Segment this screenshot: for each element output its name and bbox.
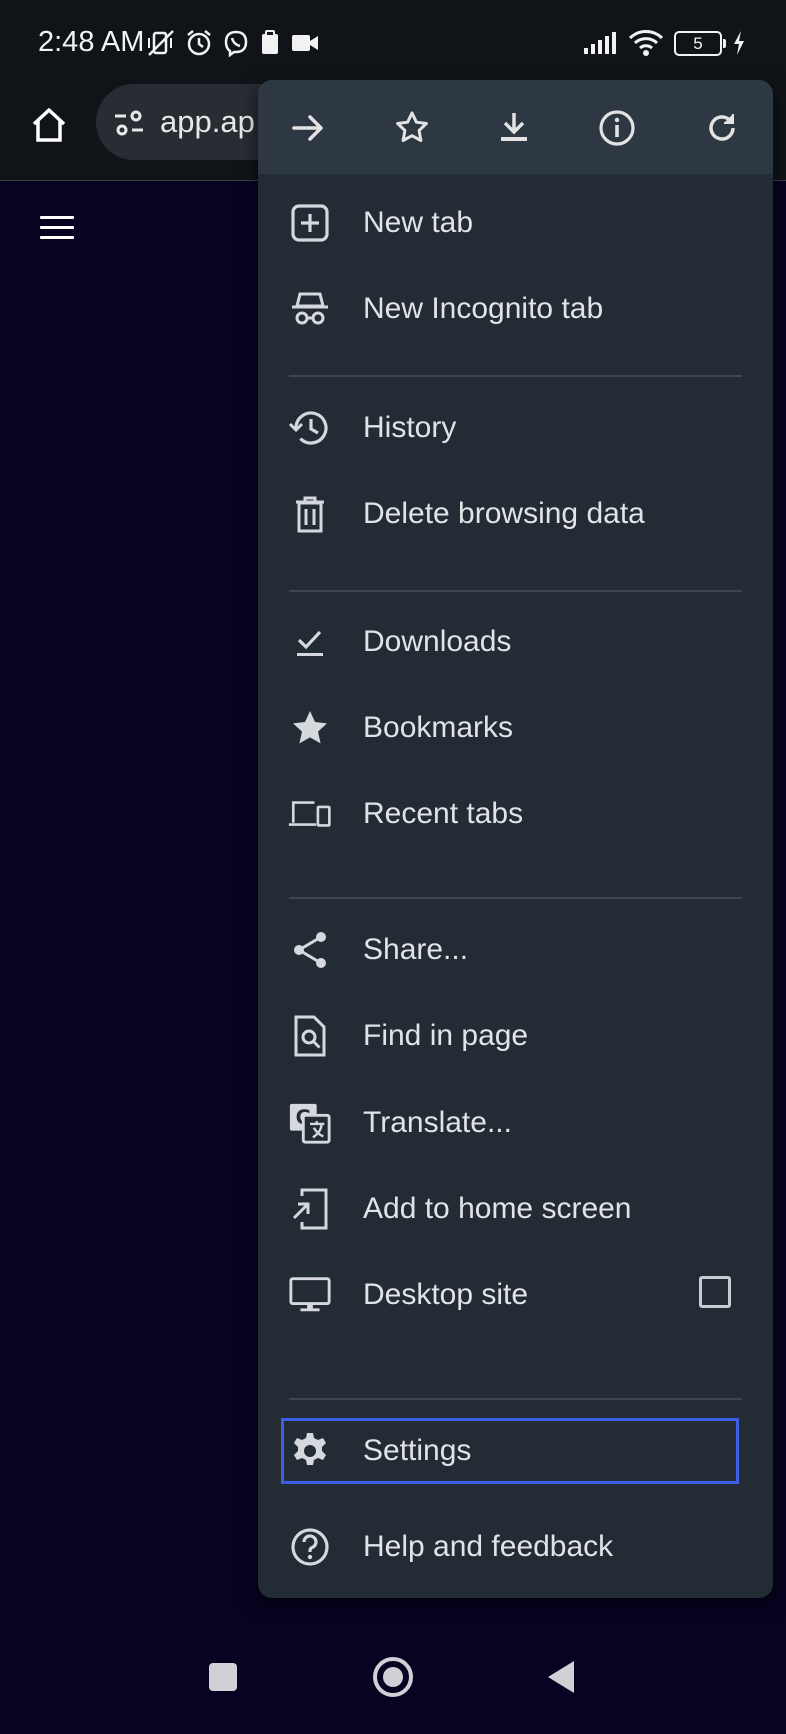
signal-icon (582, 30, 618, 56)
help-icon (288, 1525, 332, 1569)
reload-icon (709, 114, 735, 141)
menu-item-label: History (363, 411, 457, 444)
menu-item-label: Help and feedback (363, 1530, 614, 1563)
menu-item-label: New Incognito tab (363, 292, 604, 325)
forward-button[interactable] (280, 100, 336, 156)
menu-item-label: Bookmarks (363, 711, 514, 744)
video-camera-icon (290, 31, 320, 55)
url-text: app.ap (160, 104, 255, 139)
system-navigation-bar (0, 1620, 786, 1734)
menu-item-label: Translate... (363, 1106, 512, 1139)
recents-button[interactable] (200, 1654, 246, 1700)
menu-item-label: Recent tabs (363, 797, 524, 830)
menu-item-new-tab[interactable]: New tab (258, 180, 773, 266)
translate-icon: G (288, 1101, 332, 1145)
menu-item-new-incognito-tab[interactable]: New Incognito tab (258, 266, 773, 352)
menu-item-translate[interactable]: G Translate... (258, 1080, 773, 1166)
trash-icon (288, 492, 332, 536)
home-nav-button[interactable] (370, 1654, 416, 1700)
menu-item-add-to-home-screen[interactable]: Add to home screen (258, 1166, 773, 1252)
page-hamburger-menu[interactable] (40, 216, 74, 246)
incognito-icon (288, 287, 332, 331)
menu-action-row (258, 80, 773, 174)
menu-item-recent-tabs[interactable]: Recent tabs (258, 771, 773, 857)
system-icons: 5 (582, 26, 746, 60)
menu-item-desktop-site[interactable]: Desktop site (258, 1252, 773, 1338)
wifi-icon (628, 29, 664, 57)
info-icon (599, 110, 635, 146)
status-time: 2:48 AM (38, 26, 145, 58)
devices-icon (288, 792, 332, 836)
menu-item-label: New tab (363, 206, 474, 239)
alarm-icon (185, 29, 213, 57)
bookmark-star-icon (396, 111, 428, 142)
charging-icon (732, 30, 746, 56)
menu-item-label: Find in page (363, 1019, 529, 1052)
browser-overflow-menu: New tab New Incognito tab History Delete… (258, 80, 773, 1598)
menu-divider (289, 1398, 742, 1400)
settings-focus-highlight (281, 1418, 739, 1484)
menu-item-share[interactable]: Share... (258, 907, 773, 993)
back-triangle-icon (548, 1661, 574, 1693)
new-tab-icon (288, 201, 332, 245)
clipboard-icon (259, 29, 281, 57)
reload-button[interactable] (694, 100, 750, 156)
notification-icons (146, 26, 320, 60)
site-settings-icon[interactable] (112, 106, 146, 140)
recents-square-icon (209, 1663, 237, 1691)
home-button[interactable] (26, 102, 72, 148)
battery-icon: 5 (674, 30, 726, 56)
download-button[interactable] (486, 100, 542, 156)
menu-item-find-in-page[interactable]: Find in page (258, 993, 773, 1079)
home-icon (32, 108, 66, 142)
menu-item-label: Desktop site (363, 1278, 529, 1311)
menu-divider (289, 897, 742, 899)
menu-item-label: Downloads (363, 625, 512, 658)
desktop-icon (288, 1273, 332, 1317)
history-icon (288, 406, 332, 450)
menu-item-bookmarks[interactable]: Bookmarks (258, 685, 773, 771)
menu-item-label: Delete browsing data (363, 497, 645, 530)
find-in-page-icon (288, 1014, 332, 1058)
desktop-site-checkbox[interactable] (699, 1276, 731, 1308)
menu-item-help-and-feedback[interactable]: Help and feedback (258, 1504, 773, 1590)
viber-icon (222, 29, 250, 57)
add-to-home-icon (288, 1187, 332, 1231)
menu-item-history[interactable]: History (258, 385, 773, 471)
home-circle-icon (373, 1657, 413, 1697)
mute-vibrate-icon (146, 28, 176, 58)
bookmark-button[interactable] (384, 100, 440, 156)
forward-icon (292, 115, 323, 141)
back-button[interactable] (538, 1654, 584, 1700)
menu-item-delete-browsing-data[interactable]: Delete browsing data (258, 471, 773, 557)
menu-divider (289, 375, 742, 377)
downloads-check-icon (288, 620, 332, 664)
menu-item-downloads[interactable]: Downloads (258, 599, 773, 685)
share-icon (288, 928, 332, 972)
status-bar: 2:48 AM 5 (0, 0, 786, 84)
page-info-button[interactable] (589, 100, 645, 156)
menu-item-label: Add to home screen (363, 1192, 632, 1225)
star-icon (288, 706, 332, 750)
menu-item-label: Share... (363, 933, 469, 966)
menu-divider (289, 590, 742, 592)
download-icon (501, 113, 527, 141)
